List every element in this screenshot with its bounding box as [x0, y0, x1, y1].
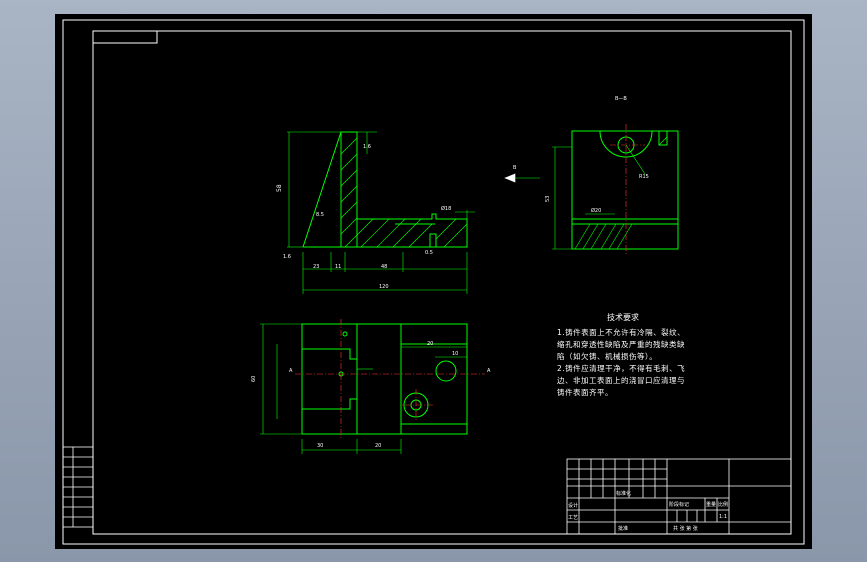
- title-block-stage-label: 阶段标记: [669, 501, 689, 508]
- title-block-scale-value: 1:1: [719, 514, 727, 520]
- side-view-hatch: [574, 136, 668, 250]
- dim-top-width-a: 30: [317, 443, 323, 449]
- title-block-weight-label: 重量: [706, 501, 716, 508]
- cad-drawing-canvas[interactable]: 58 1.6 8.5 23 11 48 120 Ø18 0.5 1.6 B—B: [55, 14, 812, 549]
- dim-top-overall-height: 60: [251, 376, 257, 382]
- title-block-approve-label: 批准: [618, 525, 628, 532]
- title-block-design-label: 设计: [568, 502, 578, 509]
- dim-top-hole-width: 20: [427, 341, 433, 347]
- dim-front-top-right: 1.6: [363, 144, 371, 150]
- dim-front-bottom-b: 11: [335, 264, 341, 270]
- corner-box: [92, 30, 158, 44]
- top-view-centerlines: [295, 319, 485, 439]
- cad-drawing: 58 1.6 8.5 23 11 48 120 Ø18 0.5 1.6 B—B: [62, 19, 805, 545]
- dim-front-right: Ø18: [441, 205, 451, 212]
- side-view-centerlines: [610, 124, 645, 254]
- top-view-outline: [301, 323, 468, 435]
- dim-side-bottom: Ø20: [591, 207, 601, 214]
- front-view: 58 1.6 8.5 23 11 48 120 Ø18 0.5 1.6: [276, 131, 475, 294]
- title-block-process-label: 工艺: [568, 515, 578, 521]
- dim-front-left-small: 1.6: [283, 254, 291, 260]
- title-block-std-label: 标准化: [616, 490, 631, 497]
- dim-side-radius: R15: [639, 174, 649, 180]
- dim-front-side-small: 8.5: [316, 212, 324, 218]
- tech-note-line: 缩孔和穿透性缺陷及严重的残缺类缺: [557, 340, 685, 349]
- tech-note-line: 陷（如欠铸、机械损伤等）。: [557, 352, 658, 361]
- tech-note-line: 2.铸件应清理干净，不得有毛刺、飞: [557, 364, 686, 373]
- tech-notes-title: 技术要求: [607, 313, 639, 322]
- dim-front-height: 58: [276, 184, 283, 192]
- dim-front-bottom-a: 23: [313, 264, 319, 270]
- tech-note-line: 边、非加工表面上的浇冒口应清理与: [557, 376, 685, 385]
- outer-frame: [62, 19, 805, 545]
- tech-note-line: 1.铸件表面上不允许有冷隔、裂纹、: [557, 328, 686, 337]
- top-view: 60 30 20 20 10 A A: [251, 319, 491, 454]
- dim-side-height: 53: [545, 196, 551, 202]
- dim-top-width-b: 20: [375, 443, 381, 449]
- side-view: B—B 53 R15 Ø20 B: [504, 96, 679, 254]
- inner-frame: [92, 30, 792, 535]
- side-view-arrow-label: B: [513, 165, 517, 171]
- dim-front-bottom-c: 48: [381, 264, 387, 270]
- side-view-outline: [571, 130, 679, 250]
- side-view-label: B—B: [615, 96, 627, 102]
- title-block-scale-label: 比例: [718, 501, 728, 508]
- side-view-dimensions: [504, 144, 646, 250]
- title-block-sheet-label: 共 张 第 张: [673, 525, 698, 532]
- dim-front-total: 120: [379, 284, 389, 290]
- tech-note-line: 铸件表面齐平。: [557, 388, 613, 397]
- title-block: [566, 458, 792, 535]
- section-label-left: A: [289, 368, 293, 374]
- front-view-outline: [302, 131, 468, 248]
- front-view-hatch: [340, 137, 468, 248]
- left-side-strip: [62, 446, 94, 528]
- dim-front-right-small: 0.5: [425, 250, 433, 256]
- section-label-right: A: [487, 368, 491, 374]
- dim-top-hole-right: 10: [452, 351, 458, 357]
